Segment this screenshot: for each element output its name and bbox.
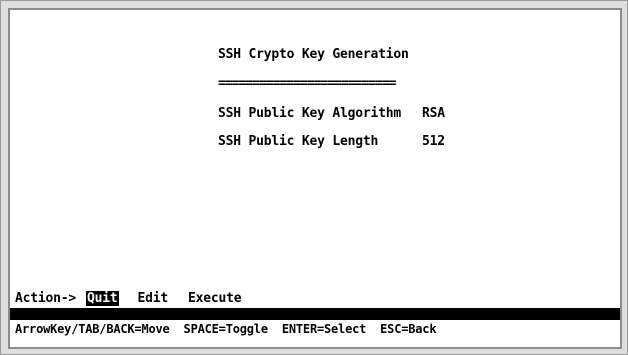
help-toggle: SPACE=Toggle	[183, 322, 268, 336]
key-length-label: SSH Public Key Length	[218, 134, 379, 149]
page-title: SSH Crypto Key Generation	[218, 47, 409, 62]
quit-action[interactable]: Quit	[86, 291, 119, 306]
help-move: ArrowKey/TAB/BACK=Move	[15, 322, 170, 336]
execute-action[interactable]: Execute	[187, 291, 242, 306]
separator-bar	[10, 308, 620, 320]
algorithm-label: SSH Public Key Algorithm	[218, 106, 402, 121]
help-select: ENTER=Select	[281, 322, 367, 336]
terminal-screen: SSH Crypto Key Generation ==============…	[8, 8, 622, 349]
help-line: ArrowKey/TAB/BACK=Move SPACE=Toggle ENTE…	[15, 322, 450, 336]
window-frame: SSH Crypto Key Generation ==============…	[0, 0, 628, 355]
key-length-value[interactable]: 512	[422, 134, 445, 149]
action-label: Action->	[15, 291, 77, 306]
title-divider: ==========================	[218, 76, 396, 91]
edit-action[interactable]: Edit	[137, 291, 170, 306]
help-back: ESC=Back	[380, 322, 437, 336]
algorithm-value[interactable]: RSA	[422, 106, 445, 121]
action-bar: Action-> Quit Edit Execute	[15, 291, 260, 306]
